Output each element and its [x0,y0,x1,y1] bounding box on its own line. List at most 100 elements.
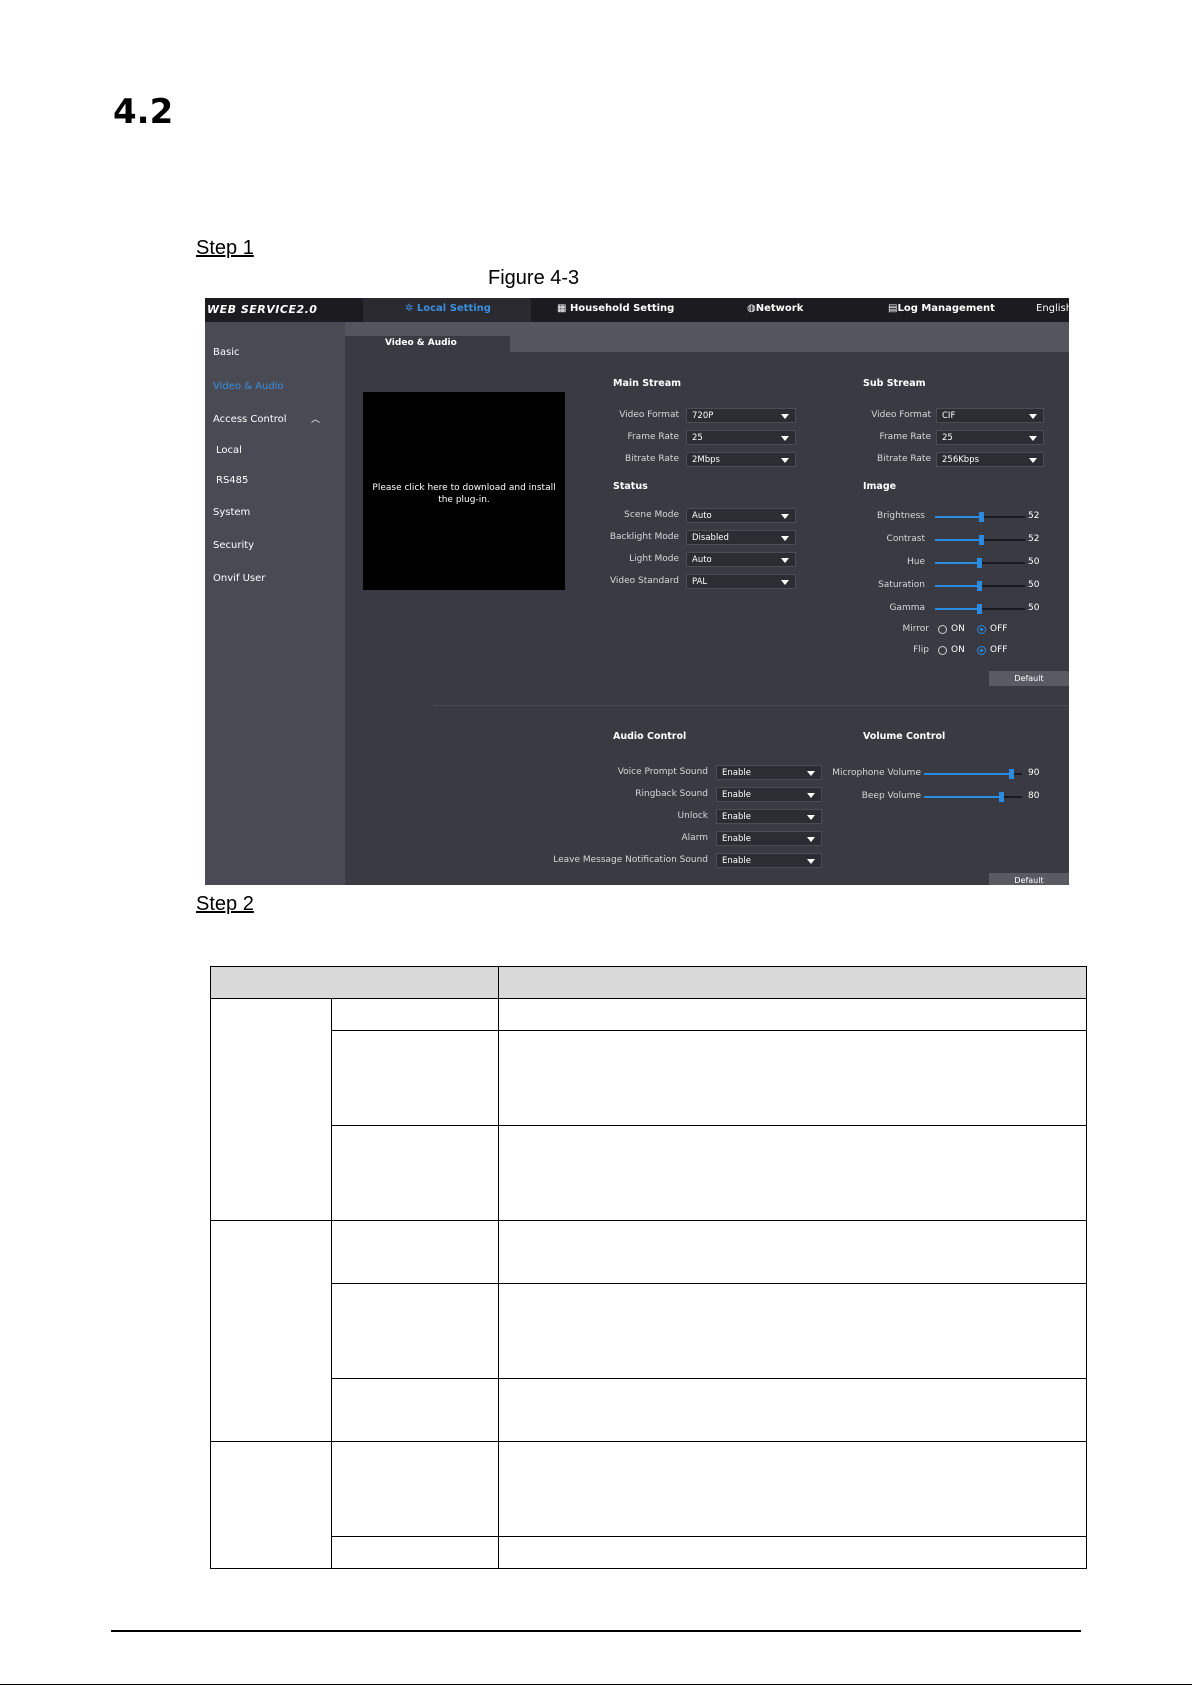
slider-handle[interactable] [979,512,984,522]
audio-default-button[interactable]: Default [989,873,1069,885]
status-heading: Status [613,481,648,492]
plugin-download-prompt[interactable]: Please click here to download and instal… [371,482,557,506]
nav-log-management[interactable]: ▤Log Management [888,303,995,314]
microphone-volume-value: 90 [1028,768,1040,778]
figure-caption: Figure 4-3 [488,267,580,289]
nav-household-setting[interactable]: ▦ Household Setting [557,303,674,314]
alarm-select[interactable]: Enable [716,831,822,846]
table-row [210,998,1087,1221]
image-default-button[interactable]: Default [989,671,1069,686]
gamma-slider[interactable] [935,604,1025,614]
video-standard-value: PAL [692,577,708,587]
light-mode-select[interactable]: Auto [686,552,796,567]
sub-video-format-value: CIF [942,411,956,421]
voice-prompt-select[interactable]: Enable [716,765,822,780]
main-video-format-select[interactable]: 720P [686,408,796,423]
table-cell [331,1441,499,1537]
slider-handle[interactable] [977,604,982,614]
sidebar-item-local[interactable]: Local [216,445,242,456]
table-cell [498,1125,1087,1221]
nav-local-setting[interactable]: ✲ Local Setting [405,303,491,314]
section-divider [433,705,1069,706]
unlock-value: Enable [722,812,751,822]
sidebar-item-onvif-user[interactable]: Onvif User [213,573,265,584]
sub-frame-rate-select[interactable]: 25 [936,430,1044,445]
main-bitrate-label: Bitrate Rate [625,454,679,464]
slider-handle[interactable] [977,581,982,591]
sidebar-item-security[interactable]: Security [213,540,254,551]
sidebar-item-system[interactable]: System [213,507,250,518]
scene-mode-select[interactable]: Auto [686,508,796,523]
slider-fill [935,516,982,518]
flip-on-radio[interactable] [938,646,947,655]
sub-bitrate-select[interactable]: 256Kbps [936,452,1044,467]
ringback-select[interactable]: Enable [716,787,822,802]
parameter-table [210,966,1087,1569]
slider-handle[interactable] [1009,769,1014,779]
table-row [211,1030,1087,1126]
dropdown-arrow-icon [807,859,815,864]
brightness-slider[interactable] [935,512,1025,522]
gear-icon: ✲ [405,303,414,314]
leave-message-select[interactable]: Enable [716,853,822,868]
table-header-row [210,966,1087,999]
contrast-slider[interactable] [935,535,1025,545]
gamma-value: 50 [1028,603,1040,613]
main-bitrate-select[interactable]: 2Mbps [686,452,796,467]
beep-volume-label: Beep Volume [861,791,921,801]
leave-message-label: Leave Message Notification Sound [553,855,708,865]
video-preview[interactable]: Please click here to download and instal… [363,392,565,590]
main-frame-rate-select[interactable]: 25 [686,430,796,445]
dropdown-arrow-icon [807,837,815,842]
video-standard-select[interactable]: PAL [686,574,796,589]
sidebar-item-basic[interactable]: Basic [213,347,239,358]
main-frame-rate-label: Frame Rate [627,432,679,442]
slider-fill [935,562,980,564]
sidebar-item-access-control[interactable]: Access Control [213,414,287,425]
sidebar-item-video-audio[interactable]: Video & Audio [213,381,284,392]
dropdown-arrow-icon [781,536,789,541]
sidebar [205,322,345,885]
beep-volume-slider[interactable] [924,792,1022,802]
hue-slider[interactable] [935,558,1025,568]
scene-mode-label: Scene Mode [624,510,679,520]
language-selector[interactable]: English [1036,303,1069,314]
dropdown-arrow-icon [781,558,789,563]
dropdown-arrow-icon [781,436,789,441]
saturation-value: 50 [1028,580,1040,590]
flip-off-radio[interactable] [977,646,986,655]
audio-control-heading: Audio Control [613,731,687,742]
microphone-volume-slider[interactable] [924,769,1022,779]
backlight-mode-select[interactable]: Disabled [686,530,796,545]
saturation-slider[interactable] [935,581,1025,591]
table-cell [498,1220,1087,1284]
table-cell [331,1283,499,1379]
voice-prompt-value: Enable [722,768,751,778]
brightness-label: Brightness [877,511,925,521]
slider-handle[interactable] [977,558,982,568]
dropdown-arrow-icon [807,815,815,820]
sidebar-item-rs485[interactable]: RS485 [216,475,248,486]
mirror-off-radio[interactable] [977,625,986,634]
dropdown-arrow-icon [781,414,789,419]
nav-local-setting-label: Local Setting [416,303,491,314]
nav-network[interactable]: ◍Network [747,303,803,314]
mirror-on-radio[interactable] [938,625,947,634]
section-number: 4.2 [113,92,174,132]
tab-video-audio-label: Video & Audio [385,338,457,348]
main-video-format-value: 720P [692,411,714,421]
dropdown-arrow-icon [781,580,789,585]
table-cell [498,1283,1087,1379]
table-cell [498,998,1087,1031]
saturation-label: Saturation [878,580,925,590]
slider-handle[interactable] [979,535,984,545]
table-row [211,1125,1087,1221]
sub-video-format-select[interactable]: CIF [936,408,1044,423]
video-standard-label: Video Standard [609,576,679,586]
slider-handle[interactable] [999,792,1004,802]
main-video-format-label: Video Format [619,410,679,420]
unlock-select[interactable]: Enable [716,809,822,824]
table-cell [210,1441,332,1569]
chevron-up-icon[interactable]: ︿ [311,412,320,425]
light-mode-value: Auto [692,555,712,565]
